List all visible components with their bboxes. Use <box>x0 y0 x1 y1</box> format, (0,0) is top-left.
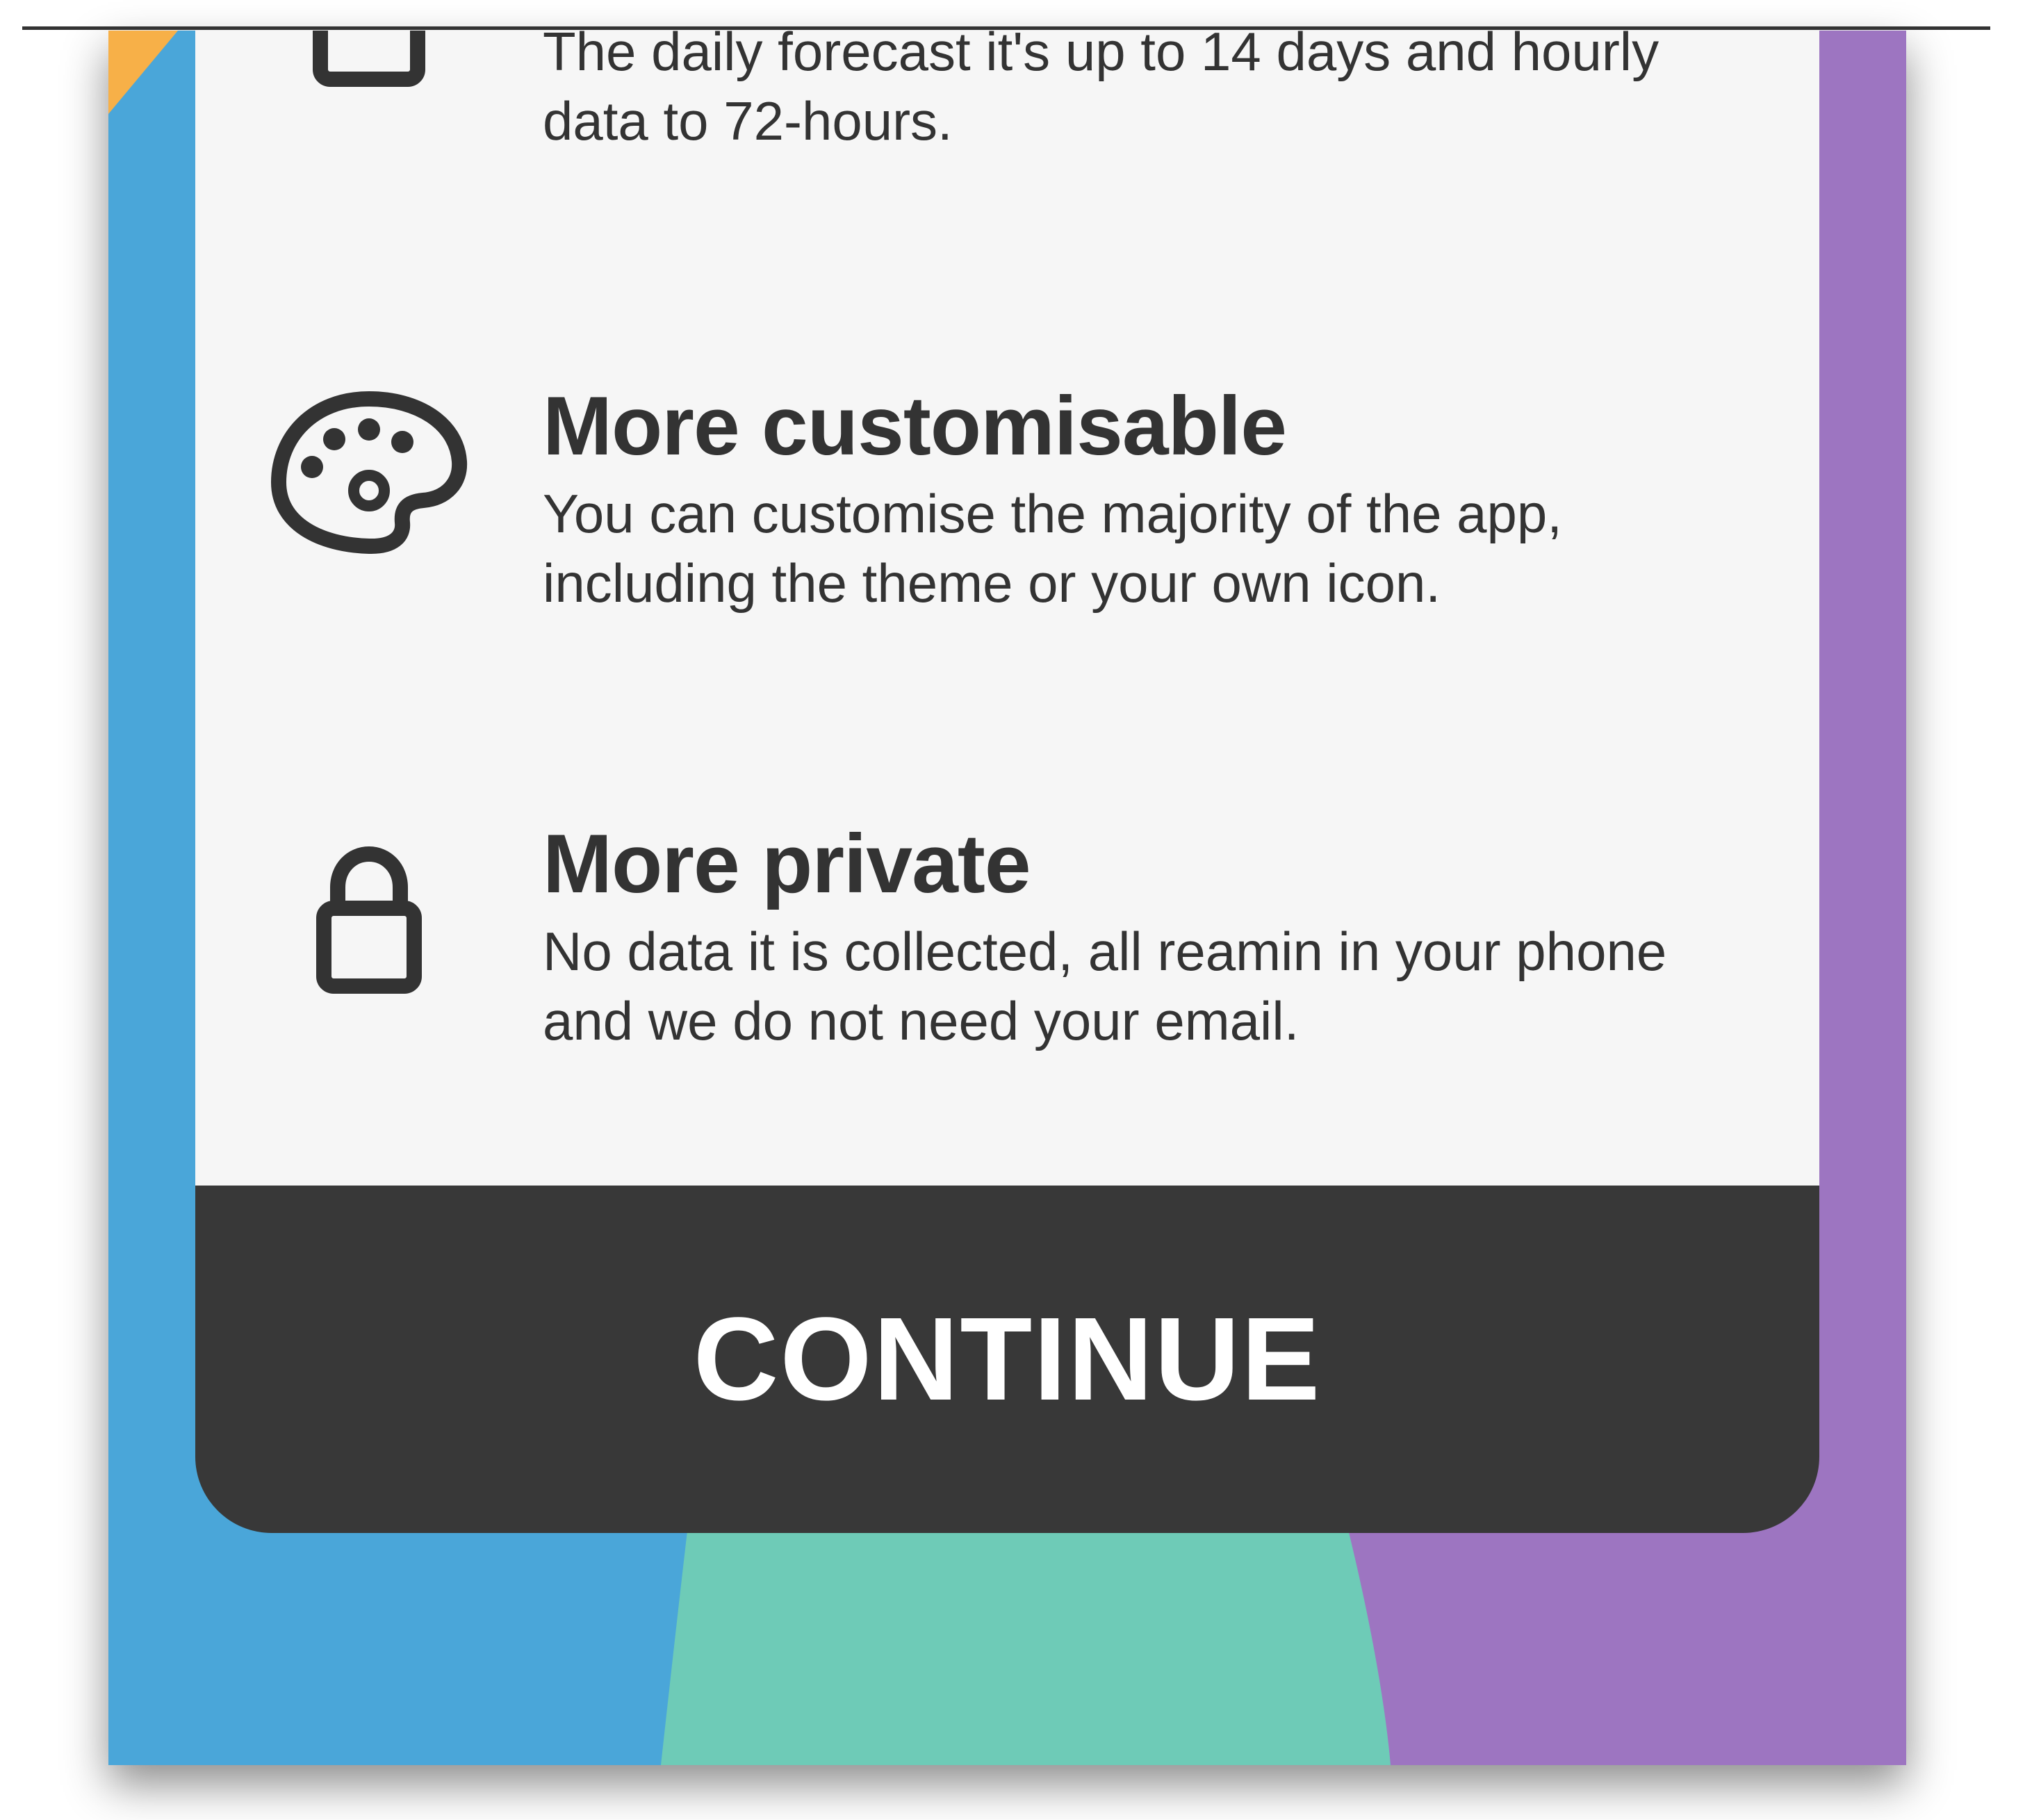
lock-icon <box>306 826 432 1021</box>
feature-description-private: No data it is collected, all reamin in y… <box>543 921 1667 1051</box>
calendar-icon <box>300 31 438 107</box>
top-divider <box>22 26 1990 30</box>
feature-description-forecast: The daily forecast it's up to 14 days an… <box>543 31 1659 151</box>
feature-description-customisable: You can customise the majority of the ap… <box>543 483 1562 614</box>
feature-title-private: More private <box>543 817 1031 910</box>
continue-button-label: CONTINUE <box>693 1293 1322 1425</box>
palette-icon <box>265 385 473 566</box>
features-card: The daily forecast it's up to 14 days an… <box>195 31 1819 1186</box>
feature-title-customisable: More customisable <box>543 379 1287 473</box>
onboarding-screen: The daily forecast it's up to 14 days an… <box>108 31 1906 1765</box>
continue-button[interactable]: CONTINUE <box>195 1186 1819 1533</box>
